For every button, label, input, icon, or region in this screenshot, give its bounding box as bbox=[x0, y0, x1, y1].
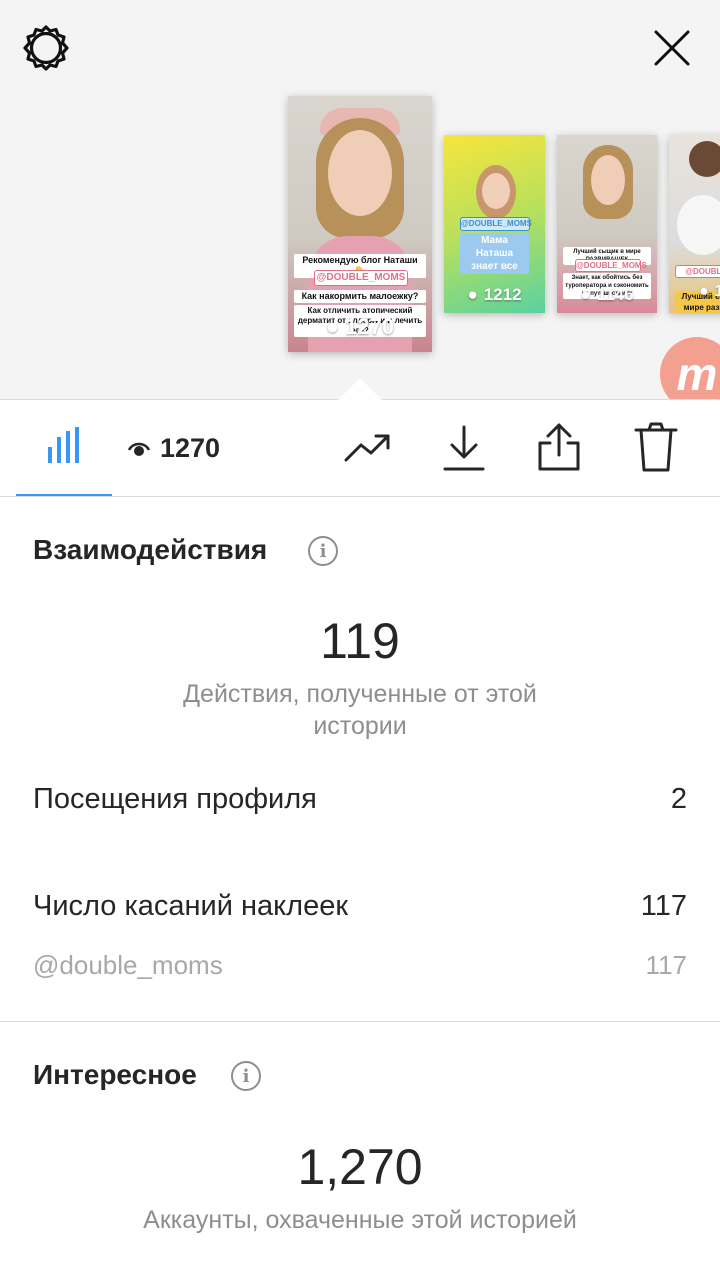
section-title-discovery: Интересное bbox=[33, 1059, 197, 1090]
badge-letter: m bbox=[676, 348, 718, 400]
mention-sticker: @DOUBLE_MOMS bbox=[314, 270, 408, 286]
story-view-count: 1270 bbox=[345, 314, 395, 339]
tab-insights[interactable] bbox=[16, 400, 112, 496]
discovery-total: 1,270 bbox=[297, 1139, 423, 1195]
share-icon[interactable] bbox=[534, 420, 584, 474]
bar-chart-icon bbox=[47, 426, 81, 468]
info-icon[interactable]: i bbox=[231, 1061, 261, 1091]
story-toolbar: 1270 bbox=[0, 400, 720, 497]
row-sticker-taps-label: Число касаний наклеек bbox=[33, 890, 349, 922]
story-caption: Мама Наташа знает все bbox=[460, 233, 529, 274]
trash-icon[interactable] bbox=[632, 420, 680, 474]
story-caption: Как накормить малоежку? bbox=[294, 290, 426, 303]
story-view-count: 1146 bbox=[596, 285, 634, 304]
face bbox=[328, 130, 392, 216]
section-title-interactions: Взаимодействия bbox=[33, 534, 268, 565]
row-profile-visits-value: 2 bbox=[670, 783, 687, 815]
discovery-total-label: Аккаунты, охваченные этой историей bbox=[143, 1206, 577, 1234]
story-thumbnail[interactable]: @DOUBLE_MOMS Мама Наташа знает все ● 121… bbox=[444, 135, 545, 313]
child-head bbox=[689, 141, 720, 177]
foam bbox=[677, 195, 720, 255]
mention-sticker: @DOUBLE bbox=[675, 265, 720, 278]
face bbox=[591, 155, 625, 205]
eye-icon: ● bbox=[467, 285, 478, 304]
eye-icon: ● bbox=[325, 314, 340, 339]
eye-icon: ● bbox=[580, 285, 591, 304]
story-thumbnail-selected[interactable]: Рекомендую блог Наташи 👇 @DOUBLE_MOMS Ка… bbox=[288, 96, 432, 352]
interactions-total: 119 bbox=[320, 613, 400, 669]
story-caption: мире разв bbox=[675, 302, 720, 313]
row-profile-visits-label: Посещения профиля bbox=[33, 783, 317, 815]
eye-icon bbox=[127, 433, 151, 464]
info-icon[interactable]: i bbox=[308, 536, 338, 566]
eye-icon: ● bbox=[699, 283, 709, 300]
story-thumbnail[interactable]: @DOUBLE Лучший сы мире разв ● 1 bbox=[669, 135, 720, 313]
row-mention-label[interactable]: @double_moms bbox=[33, 950, 223, 981]
app-badge[interactable]: m bbox=[660, 337, 720, 400]
mention-sticker: @DOUBLE_MOMS bbox=[460, 217, 532, 231]
story-view-count: 1212 bbox=[483, 285, 522, 304]
story-view-count: 1 bbox=[714, 283, 720, 300]
row-mention-value: 117 bbox=[645, 950, 687, 980]
gear-icon[interactable] bbox=[20, 22, 72, 74]
mention-sticker: @DOUBLE_MOMS bbox=[575, 259, 647, 272]
story-thumbnail[interactable]: Лучший сыщик в мире РАЗВИВАШЕК @DOUBLE_M… bbox=[557, 135, 657, 313]
face bbox=[482, 173, 510, 209]
tab-viewers[interactable]: 1270 bbox=[127, 428, 221, 468]
section-divider bbox=[0, 1021, 720, 1022]
story-preview-area: Рекомендую блог Наташи 👇 @DOUBLE_MOMS Ка… bbox=[0, 0, 720, 400]
view-count: 1270 bbox=[160, 432, 221, 463]
interactions-total-label: Действия, полученные от этой истории bbox=[183, 680, 537, 740]
selected-pointer bbox=[338, 378, 382, 400]
trending-up-icon[interactable] bbox=[342, 424, 394, 472]
row-sticker-taps-value: 117 bbox=[640, 890, 687, 922]
close-icon[interactable] bbox=[650, 26, 694, 70]
download-icon[interactable] bbox=[440, 422, 488, 474]
